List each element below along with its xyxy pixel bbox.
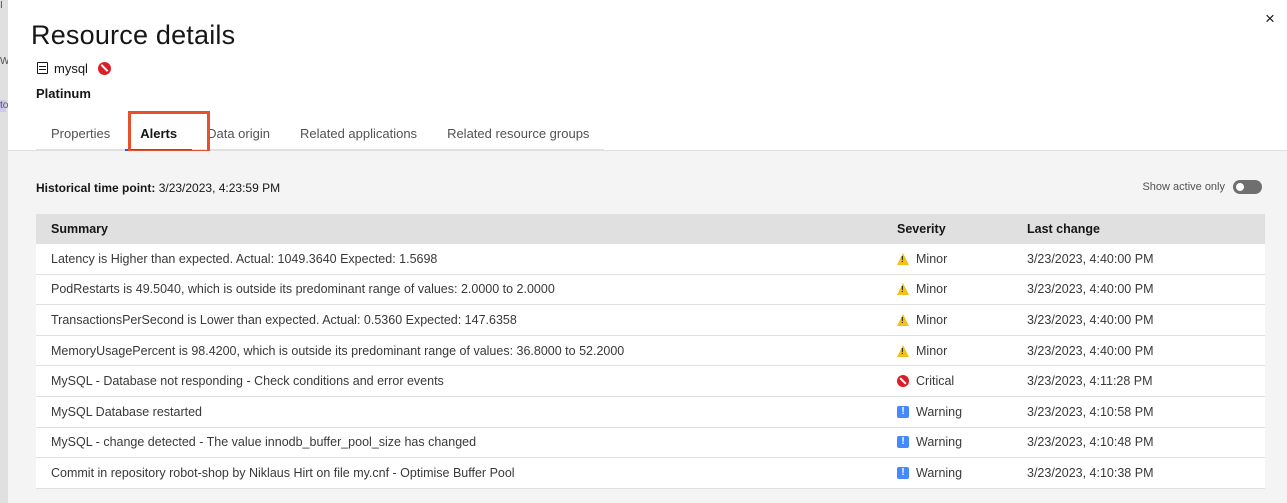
alert-last-change: 3/23/2023, 4:11:28 PM [1027,374,1153,389]
show-active-only: Show active only [1142,180,1262,194]
critical-icon [897,375,909,388]
tab-data-origin[interactable]: Data origin [192,117,285,151]
severity-label: Minor [916,343,948,358]
alert-summary: Commit in repository robot-shop by Nikla… [51,465,515,480]
info-square-icon [897,466,909,479]
alert-summary: MySQL - change detected - The value inno… [51,435,477,450]
warning-triangle-icon [897,283,909,296]
warning-triangle-icon [897,313,909,326]
severity-label: Critical [916,374,955,389]
alert-last-change: 3/23/2023, 4:40:00 PM [1027,343,1154,358]
alerts-table: Summary Severity Last change Latency is … [36,214,1265,489]
alert-summary: Latency is Higher than expected. Actual:… [51,251,438,266]
historical-value: 3/23/2023, 4:23:59 PM [158,181,281,195]
severity-label: Warning [916,404,963,419]
severity-label: Warning [916,435,963,450]
page-title: Resource details [31,20,236,50]
table-row[interactable]: MySQL - change detected - The value inno… [36,427,1265,459]
table-row[interactable]: TransactionsPerSecond is Lower than expe… [36,305,1265,336]
background-page-strip: I W to [0,0,9,503]
tab-related-applications[interactable]: Related applications [284,117,433,151]
resource-tier: Platinum [36,86,91,101]
panel-header: × Resource details mysql Platinum Proper… [8,0,1287,153]
warning-triangle-icon [897,252,909,265]
table-row[interactable]: MySQL - Database not responding - Check … [36,366,1265,397]
alert-severity: Minor [882,344,1012,358]
background-fragment: to [0,100,9,112]
table-row[interactable]: Commit in repository robot-shop by Nikla… [36,458,1265,489]
column-header-summary[interactable]: Summary [36,222,882,236]
alert-summary: PodRestarts is 49.5040, which is outside… [51,282,555,297]
info-square-icon [897,436,909,449]
background-fragment: I [0,0,3,11]
resource-details-panel: × Resource details mysql Platinum Proper… [8,0,1287,503]
alert-severity: Minor [882,313,1012,327]
tab-related-resource-groups[interactable]: Related resource groups [432,117,605,151]
table-row[interactable]: PodRestarts is 49.5040, which is outside… [36,274,1265,306]
tab-alerts[interactable]: Alerts [125,117,193,151]
database-icon [37,62,48,74]
alert-severity: Critical [882,374,1012,388]
alert-severity: Warning [882,405,1012,419]
critical-status-icon [97,61,111,75]
alert-last-change: 3/23/2023, 4:40:00 PM [1027,282,1154,297]
table-row[interactable]: MySQL Database restarted Warning 3/23/20… [36,396,1265,428]
alerts-content: Historical time point: 3/23/2023, 4:23:5… [8,151,1287,503]
alert-severity: Warning [882,466,1012,480]
alert-severity: Minor [882,252,1012,266]
severity-label: Minor [916,312,948,327]
warning-triangle-icon [897,344,909,357]
close-button[interactable]: × [1261,10,1279,28]
historical-label: Historical time point: [36,181,156,195]
table-row[interactable]: Latency is Higher than expected. Actual:… [36,244,1265,275]
alert-summary: MySQL - Database not responding - Check … [51,374,444,389]
alert-last-change: 3/23/2023, 4:10:48 PM [1027,435,1154,450]
historical-time-point: Historical time point: 3/23/2023, 4:23:5… [36,181,280,195]
alert-summary: MySQL Database restarted [51,404,202,419]
resource-name: mysql [54,60,88,76]
alert-last-change: 3/23/2023, 4:10:38 PM [1027,465,1154,480]
table-row[interactable]: MemoryUsagePercent is 98.4200, which is … [36,335,1265,367]
column-header-severity[interactable]: Severity [882,222,1012,236]
alert-severity: Minor [882,282,1012,296]
severity-label: Minor [916,251,948,266]
show-active-only-label: Show active only [1142,181,1225,193]
tab-properties[interactable]: Properties [36,117,126,151]
alert-summary: TransactionsPerSecond is Lower than expe… [51,312,517,327]
alert-severity: Warning [882,435,1012,449]
column-header-last-change[interactable]: Last change [1012,222,1265,236]
tab-bar: Properties Alerts Data origin Related ap… [36,117,605,151]
alert-last-change: 3/23/2023, 4:10:58 PM [1027,404,1154,419]
severity-label: Minor [916,282,948,297]
severity-label: Warning [916,465,963,480]
alert-last-change: 3/23/2023, 4:40:00 PM [1027,312,1154,327]
resource-identifier: mysql [37,60,111,76]
table-header: Summary Severity Last change [36,214,1265,244]
show-active-only-toggle[interactable] [1233,180,1262,194]
info-square-icon [897,405,909,418]
alert-last-change: 3/23/2023, 4:40:00 PM [1027,251,1154,266]
alert-summary: MemoryUsagePercent is 98.4200, which is … [51,343,625,358]
